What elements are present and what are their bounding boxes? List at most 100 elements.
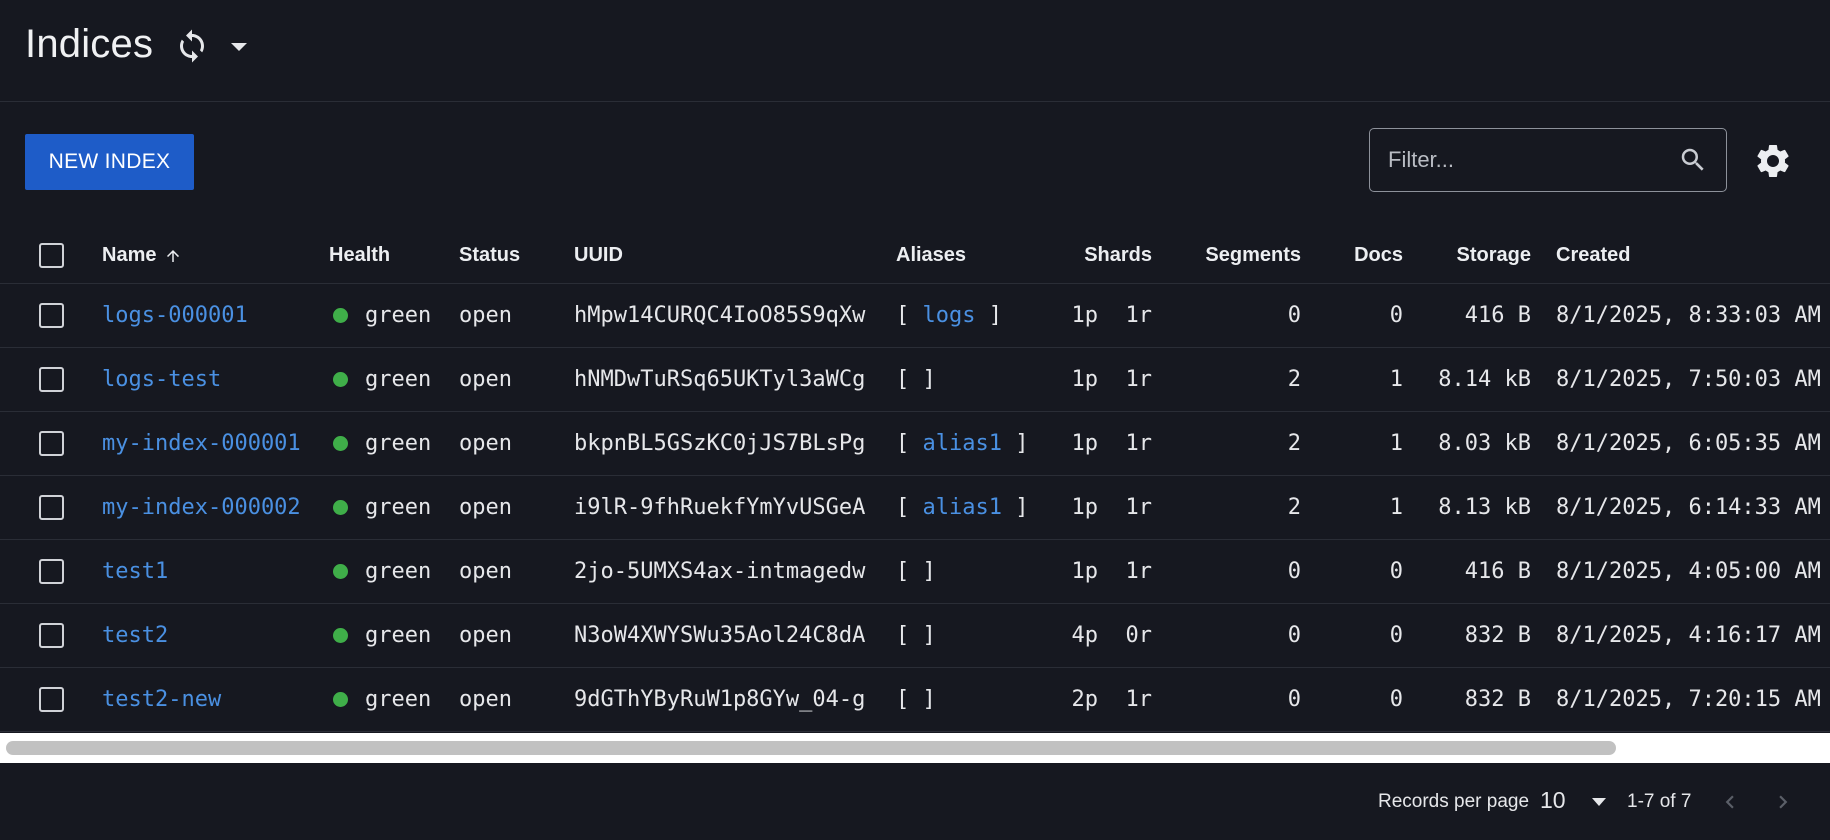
column-header-status[interactable]: Status	[459, 228, 520, 283]
page-header: Indices	[0, 0, 1830, 102]
column-header-created[interactable]: Created	[1556, 228, 1630, 283]
status-cell: open	[459, 303, 512, 328]
index-name-link[interactable]: test1	[102, 559, 168, 584]
uuid-cell: 2jo-5UMXS4ax-intmagedw	[574, 559, 866, 584]
aliases-cell: [ ]	[896, 348, 936, 411]
index-name-link[interactable]: test2-new	[102, 687, 221, 712]
filter-input[interactable]	[1388, 129, 1658, 191]
table-row: test1 green open 2jo-5UMXS4ax-intmagedw [ ] 1…	[0, 540, 1830, 604]
segments-cell: 0	[1287, 303, 1301, 328]
segments-cell: 2	[1287, 495, 1301, 520]
row-checkbox[interactable]	[39, 495, 64, 520]
health-cell: green	[333, 412, 431, 475]
storage-cell: 8.03 kB	[1438, 431, 1531, 456]
shards-replica: 0r	[1125, 623, 1153, 648]
column-header-segments[interactable]: Segments	[1180, 228, 1301, 283]
alias-link[interactable]: alias1	[923, 495, 1002, 520]
chevron-left-icon[interactable]	[1717, 787, 1743, 817]
created-cell: 8/1/2025, 8:33:03 AM	[1556, 303, 1821, 328]
shards-replica: 1r	[1125, 495, 1153, 520]
health-label: green	[365, 623, 432, 648]
uuid-cell: bkpnBL5GSzKC0jJS7BLsPg	[574, 431, 866, 456]
shards-primary: 2p	[1071, 687, 1099, 712]
segments-cell: 2	[1287, 367, 1301, 392]
health-label: green	[365, 559, 432, 584]
health-status-dot	[333, 628, 348, 643]
aliases-close-bracket: ]	[1015, 431, 1029, 456]
chevron-right-icon[interactable]	[1770, 787, 1796, 817]
chevron-down-icon[interactable]	[228, 38, 250, 56]
aliases-close-bracket: ]	[1015, 495, 1029, 520]
horizontal-scrollbar[interactable]	[0, 733, 1830, 763]
search-icon[interactable]	[1678, 145, 1708, 175]
column-header-storage[interactable]: Storage	[1420, 228, 1531, 283]
row-checkbox[interactable]	[39, 623, 64, 648]
alias-link[interactable]: alias1	[923, 431, 1002, 456]
column-header-health[interactable]: Health	[329, 228, 390, 283]
status-cell: open	[459, 559, 512, 584]
health-label: green	[365, 495, 432, 520]
index-name-link[interactable]: my-index-000002	[102, 495, 301, 520]
health-label: green	[365, 431, 432, 456]
scrollbar-thumb[interactable]	[6, 741, 1616, 755]
shards-replica: 1r	[1125, 559, 1153, 584]
table-row: my-index-000001 green open bkpnBL5GSzKC0jJS…	[0, 412, 1830, 476]
records-per-page-select[interactable]: 10	[1540, 785, 1620, 819]
row-checkbox[interactable]	[39, 559, 64, 584]
aliases-open-bracket: [	[896, 431, 910, 456]
health-cell: green	[333, 604, 431, 667]
column-header-aliases[interactable]: Aliases	[896, 228, 966, 283]
shards-primary: 1p	[1071, 367, 1099, 392]
index-name-link[interactable]: my-index-000001	[102, 431, 301, 456]
table-row: test2 green open N3oW4XWYSWu35Aol24C8dA [ ] 4…	[0, 604, 1830, 668]
shards-primary: 4p	[1071, 623, 1099, 648]
row-checkbox[interactable]	[39, 431, 64, 456]
segments-cell: 2	[1287, 431, 1301, 456]
alias-link[interactable]: logs	[923, 303, 976, 328]
index-name-link[interactable]: logs-test	[102, 367, 221, 392]
shards-primary: 1p	[1071, 431, 1099, 456]
table-row: logs-test green open hNMDwTuRSq65UKTyl3aWCg…	[0, 348, 1830, 412]
segments-cell: 0	[1287, 623, 1301, 648]
health-status-dot	[333, 500, 348, 515]
health-cell: green	[333, 476, 431, 539]
aliases-cell: [ logs ]	[896, 284, 1002, 347]
row-checkbox[interactable]	[39, 303, 64, 328]
table-header-row: Name Health Status UUID Aliases Shards S…	[0, 228, 1830, 284]
aliases-close-bracket: ]	[922, 367, 936, 392]
chevron-down-icon	[1592, 798, 1606, 806]
column-header-docs[interactable]: Docs	[1330, 228, 1403, 283]
storage-cell: 416 B	[1464, 559, 1531, 584]
column-header-shards[interactable]: Shards	[1050, 228, 1152, 283]
filter-field[interactable]	[1369, 128, 1727, 192]
aliases-open-bracket: [	[896, 367, 910, 392]
row-checkbox[interactable]	[39, 687, 64, 712]
column-header-name[interactable]: Name	[102, 228, 182, 283]
health-label: green	[365, 687, 432, 712]
index-name-link[interactable]: logs-000001	[102, 303, 248, 328]
created-cell: 8/1/2025, 4:05:00 AM	[1556, 559, 1821, 584]
aliases-open-bracket: [	[896, 559, 910, 584]
health-status-dot	[333, 436, 348, 451]
index-name-link[interactable]: test2	[102, 623, 168, 648]
row-checkbox[interactable]	[39, 367, 64, 392]
refresh-icon[interactable]	[174, 28, 210, 64]
shards-primary: 1p	[1071, 303, 1099, 328]
select-all-checkbox[interactable]	[39, 243, 64, 268]
created-cell: 8/1/2025, 6:05:35 AM	[1556, 431, 1821, 456]
column-header-uuid[interactable]: UUID	[574, 228, 623, 283]
storage-cell: 832 B	[1464, 623, 1531, 648]
segments-cell: 0	[1287, 559, 1301, 584]
health-cell: green	[333, 348, 431, 411]
status-cell: open	[459, 431, 512, 456]
storage-cell: 832 B	[1464, 687, 1531, 712]
aliases-open-bracket: [	[896, 687, 910, 712]
aliases-cell: [ ]	[896, 540, 936, 603]
aliases-close-bracket: ]	[922, 559, 936, 584]
aliases-open-bracket: [	[896, 495, 910, 520]
new-index-button[interactable]: NEW INDEX	[25, 134, 194, 190]
gear-icon[interactable]	[1753, 141, 1793, 181]
status-cell: open	[459, 623, 512, 648]
shards-replica: 1r	[1125, 367, 1153, 392]
health-status-dot	[333, 564, 348, 579]
